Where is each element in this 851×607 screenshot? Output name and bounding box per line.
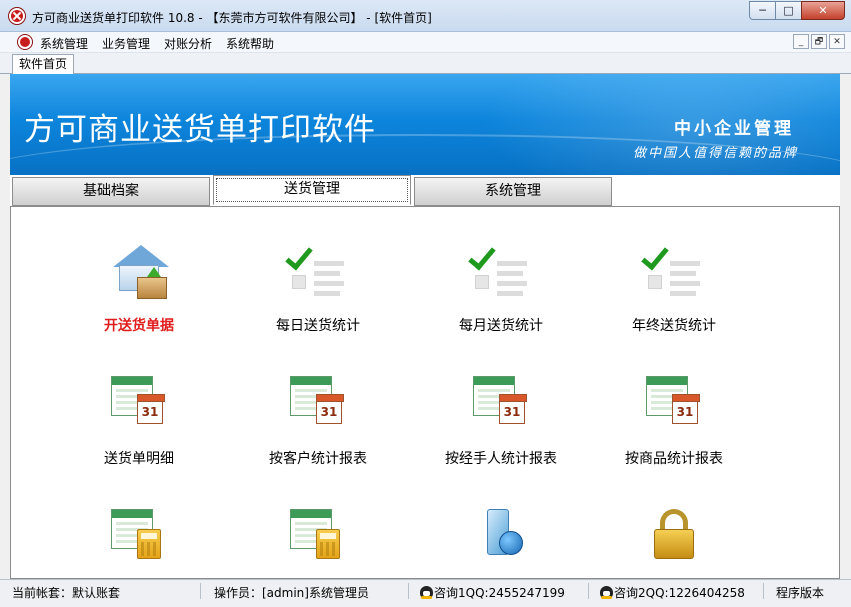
spreadsheet-calculator-icon bbox=[107, 505, 171, 569]
phone-globe-icon bbox=[469, 505, 533, 569]
status-qq2-text: 咨询2QQ:1226404258 bbox=[614, 586, 745, 600]
reconciliation-report-button[interactable] bbox=[49, 505, 229, 569]
minimize-button[interactable]: ─ bbox=[749, 1, 776, 20]
product-report-label: 按商品统计报表 bbox=[625, 451, 723, 467]
banner-slogan: 中小企业管理 bbox=[674, 119, 794, 139]
lock-system-button[interactable] bbox=[584, 505, 764, 569]
maximize-button[interactable]: □ bbox=[775, 1, 802, 20]
menu-reconciliation[interactable]: 对账分析 bbox=[164, 35, 212, 52]
status-version: 程序版本 bbox=[776, 586, 825, 600]
status-bar: 当前帐套：默认账套 操作员：[admin]系统管理员 咨询1QQ:2455247… bbox=[0, 579, 851, 607]
window-controls: ─ □ ✕ bbox=[749, 1, 845, 20]
report-calendar-icon: 31 bbox=[286, 372, 350, 436]
status-qq1-text: 咨询1QQ:2455247199 bbox=[434, 586, 565, 600]
daily-delivery-stats-button[interactable]: 每日送货统计 bbox=[228, 239, 408, 335]
open-delivery-note-label: 开送货单据 bbox=[104, 318, 174, 334]
house-box-icon bbox=[107, 239, 171, 303]
title-bar: 方可商业送货单打印软件 10.8 - 【东莞市方可软件有限公司】 - [软件首页… bbox=[0, 0, 851, 32]
app-logo-icon[interactable] bbox=[9, 8, 25, 24]
qq-icon bbox=[600, 586, 613, 599]
banner-title: 方可商业送货单打印软件 bbox=[24, 112, 376, 148]
delivery-note-details-button[interactable]: 31 送货单明细 bbox=[49, 372, 229, 468]
daily-delivery-stats-label: 每日送货统计 bbox=[276, 318, 360, 334]
report-calendar-icon: 31 bbox=[469, 372, 533, 436]
status-qq1[interactable]: 咨询1QQ:2455247199 bbox=[420, 584, 565, 601]
status-operator: 操作员：[admin]系统管理员 bbox=[214, 586, 369, 600]
qq-icon bbox=[420, 586, 433, 599]
spreadsheet-calculator-icon bbox=[286, 505, 350, 569]
delivery-note-details-label: 送货单明细 bbox=[104, 451, 174, 467]
yearly-delivery-stats-label: 年终送货统计 bbox=[632, 318, 716, 334]
checklist-icon bbox=[285, 239, 350, 303]
document-tab-strip: 软件首页 bbox=[0, 53, 851, 74]
menu-bar: 系统管理 业务管理 对账分析 系统帮助 _ 🗗 ✕ bbox=[0, 32, 851, 53]
mdi-close-button[interactable]: ✕ bbox=[829, 34, 845, 49]
status-qq2[interactable]: 咨询2QQ:1226404258 bbox=[600, 584, 745, 601]
padlock-icon bbox=[642, 505, 706, 569]
checklist-icon bbox=[641, 239, 706, 303]
tab-home[interactable]: 软件首页 bbox=[12, 54, 74, 74]
settlement-report-button[interactable] bbox=[228, 505, 408, 569]
mdi-minimize-button[interactable]: _ bbox=[793, 34, 809, 49]
function-panel: 开送货单据 每日送货统计 每月送货统计 年终送货统计 31 送货单明细 31 按… bbox=[10, 207, 840, 579]
status-account: 当前帐套：默认账套 bbox=[12, 586, 121, 600]
header-banner: 方可商业送货单打印软件 中小企业管理 做中国人值得信赖的品牌 bbox=[10, 74, 840, 175]
handler-report-button[interactable]: 31 按经手人统计报表 bbox=[411, 372, 591, 468]
tab-basic-records[interactable]: 基础档案 bbox=[12, 177, 210, 206]
open-delivery-note-button[interactable]: 开送货单据 bbox=[49, 239, 229, 335]
menu-business[interactable]: 业务管理 bbox=[102, 35, 150, 52]
tab-delivery-management[interactable]: 送货管理 bbox=[213, 175, 411, 205]
customer-report-label: 按客户统计报表 bbox=[269, 451, 367, 467]
product-report-button[interactable]: 31 按商品统计报表 bbox=[584, 372, 764, 468]
menu-system[interactable]: 系统管理 bbox=[40, 35, 88, 52]
main-tab-strip: 基础档案 送货管理 系统管理 bbox=[10, 175, 840, 207]
monthly-delivery-stats-button[interactable]: 每月送货统计 bbox=[411, 239, 591, 335]
customer-report-button[interactable]: 31 按客户统计报表 bbox=[228, 372, 408, 468]
menu-help[interactable]: 系统帮助 bbox=[226, 35, 274, 52]
handler-report-label: 按经手人统计报表 bbox=[445, 451, 557, 467]
checklist-icon bbox=[468, 239, 533, 303]
monthly-delivery-stats-label: 每月送货统计 bbox=[459, 318, 543, 334]
close-button[interactable]: ✕ bbox=[801, 1, 845, 20]
report-calendar-icon: 31 bbox=[107, 372, 171, 436]
menu-app-icon[interactable] bbox=[18, 35, 32, 49]
tab-system-management[interactable]: 系统管理 bbox=[414, 177, 612, 206]
banner-tagline: 做中国人值得信赖的品牌 bbox=[632, 146, 798, 161]
online-service-button[interactable] bbox=[411, 505, 591, 569]
yearly-delivery-stats-button[interactable]: 年终送货统计 bbox=[584, 239, 764, 335]
report-calendar-icon: 31 bbox=[642, 372, 706, 436]
window-title: 方可商业送货单打印软件 10.8 - 【东莞市方可软件有限公司】 - [软件首页… bbox=[32, 11, 432, 25]
mdi-restore-button[interactable]: 🗗 bbox=[811, 34, 827, 49]
